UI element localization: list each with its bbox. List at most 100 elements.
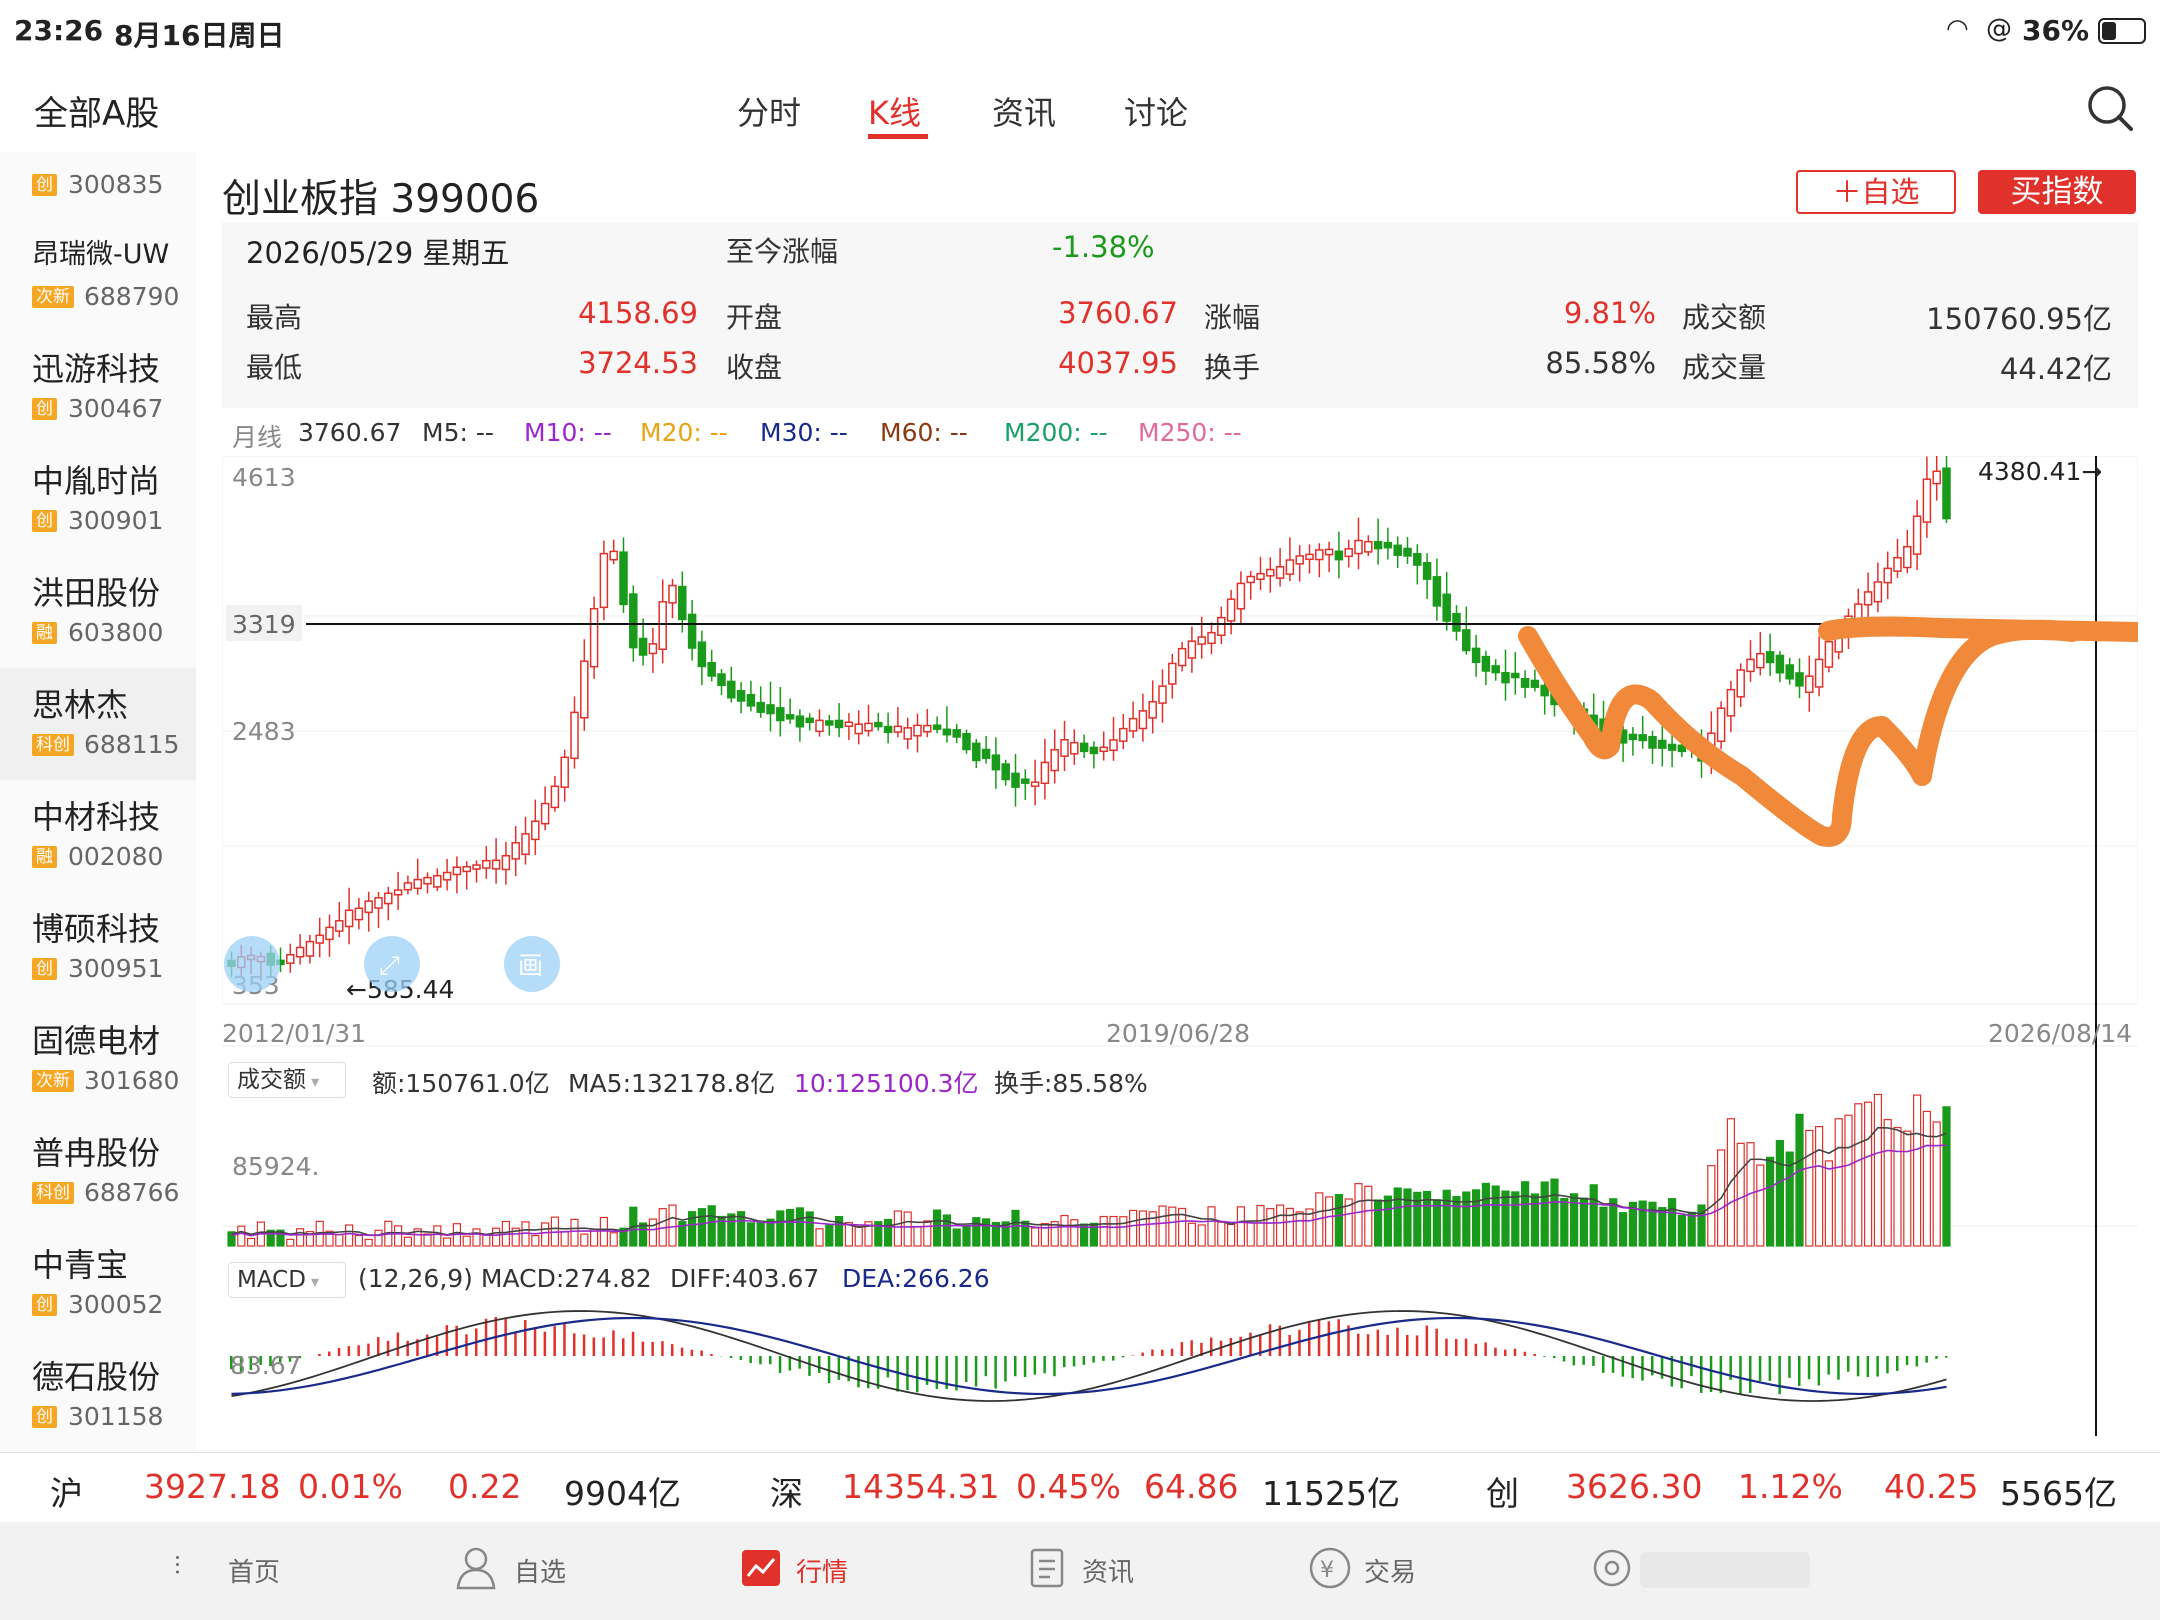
market-ticker-bar[interactable]: 沪 3927.18 0.01% 0.22 9904亿 深 14354.31 0.…: [0, 1452, 2160, 1523]
volume-indicator-selector[interactable]: 成交额 ▾: [228, 1062, 346, 1098]
macd-bar: [1239, 1336, 1242, 1356]
volume-bar: [1501, 1190, 1510, 1247]
sidebar-stock-item[interactable]: 思林杰 科创 688115: [0, 668, 196, 780]
volume-bar: [1471, 1189, 1481, 1247]
sidebar-stock-name: 德石股份: [32, 1358, 161, 1396]
tab-discussion[interactable]: 讨论: [1124, 88, 1188, 134]
volume-bar: [1070, 1219, 1079, 1247]
macd-bar: [906, 1356, 909, 1391]
sidebar-stock-item[interactable]: 中青宝创 300052: [0, 1228, 196, 1340]
volume-bar: [1805, 1129, 1814, 1247]
tool-left-icon[interactable]: [224, 936, 280, 992]
search-icon[interactable]: [2086, 84, 2134, 132]
volume-bar: [1275, 1204, 1285, 1247]
volume-bar: [1618, 1212, 1628, 1247]
candle-body: [384, 892, 393, 905]
ticker-sh-price: 3927.18: [144, 1467, 281, 1506]
macd-bar: [533, 1327, 537, 1356]
volume-bar: [344, 1224, 354, 1247]
nav-watchlist[interactable]: 自选: [514, 1552, 566, 1589]
tab-news[interactable]: 资讯: [992, 88, 1056, 134]
sidebar-stock-item[interactable]: 博硕科技创 300951: [0, 892, 196, 1004]
volume-bar: [1217, 1221, 1226, 1247]
nav-news[interactable]: 资讯: [1082, 1552, 1134, 1589]
nav-market[interactable]: 行情: [796, 1552, 848, 1589]
macd-bar: [1415, 1335, 1419, 1356]
candle-body: [1060, 739, 1069, 757]
macd-bar: [994, 1356, 997, 1389]
nav-trade[interactable]: 交易: [1364, 1552, 1416, 1589]
svg-text:¥: ¥: [1320, 1558, 1334, 1583]
candle-body: [462, 866, 471, 873]
macd-bar: [1190, 1340, 1193, 1356]
volume-bar: [599, 1216, 608, 1247]
volume-bar: [1844, 1114, 1853, 1247]
candle-body: [1001, 763, 1010, 781]
volume-bar: [335, 1234, 344, 1247]
candle-body: [844, 721, 854, 727]
wifi-icon: ◠: [1946, 14, 1969, 44]
x-axis-end-label: 2026/08/14: [1988, 1019, 2132, 1048]
macd-bar: [563, 1323, 566, 1356]
kline-chart-area[interactable]: 4613 3319 2483 353 4380.41→ ←585.44 ⤢ 画 …: [222, 456, 2138, 1456]
nav-home[interactable]: 首页: [228, 1552, 280, 1589]
candle-body: [1667, 743, 1677, 751]
candle-body: [805, 717, 814, 724]
sidebar-stock-item[interactable]: 迅游科技创 300467: [0, 332, 196, 444]
macd-bar: [406, 1340, 409, 1356]
candle-body: [413, 878, 422, 890]
market-selector[interactable]: 全部A股: [34, 86, 159, 135]
x-axis-mid-label: 2019/06/28: [1106, 1019, 1250, 1048]
sidebar-stock-tag: 科创: [32, 1182, 74, 1204]
sidebar-stock-name: 固德电材: [32, 1022, 161, 1060]
tab-timeshare[interactable]: 分时: [737, 88, 801, 134]
candle-body: [766, 704, 775, 715]
buy-index-button[interactable]: 买指数: [1978, 170, 2136, 214]
sidebar-stock-item[interactable]: 普冉股份 科创 688766: [0, 1116, 196, 1228]
sidebar-stock-item[interactable]: 固德电材 次新 301680: [0, 1004, 196, 1116]
macd-bar: [749, 1356, 752, 1364]
candle-body: [932, 724, 942, 730]
macd-indicator-selector[interactable]: MACD ▾: [228, 1262, 346, 1298]
sidebar-stock-item[interactable]: 德石股份创 301158: [0, 1340, 196, 1452]
nav-more-label[interactable]: [1640, 1552, 1810, 1588]
sidebar-stock-code: 688766: [84, 1178, 180, 1207]
sidebar-stock-item[interactable]: 中材科技融 002080: [0, 780, 196, 892]
tab-kline[interactable]: K线: [868, 88, 921, 134]
volume-bar: [883, 1218, 893, 1247]
sidebar-stock-item[interactable]: 洪田股份融 603800: [0, 556, 196, 668]
macd-bar: [318, 1353, 321, 1356]
sidebar-stock-tag: 创: [32, 174, 57, 196]
macd-bar: [1592, 1356, 1595, 1366]
nav-news-icon[interactable]: [1030, 1548, 1064, 1588]
add-watchlist-button[interactable]: ＋自选: [1796, 170, 1956, 214]
candle-body: [1383, 541, 1393, 549]
ticker-sh-chg: 0.22: [448, 1467, 522, 1506]
macd-bar: [1513, 1348, 1517, 1356]
volume-bar: [962, 1224, 971, 1247]
sidebar-stock-code: 300052: [68, 1290, 164, 1319]
nav-watchlist-icon[interactable]: [456, 1546, 496, 1590]
sidebar-stock-item[interactable]: 中胤时尚创 300901: [0, 444, 196, 556]
nav-more-icon[interactable]: [1592, 1548, 1632, 1588]
candle-body: [540, 802, 550, 825]
macd-bar: [729, 1356, 733, 1359]
ma-legend-item: M30: --: [760, 418, 848, 447]
volume-bar: [893, 1210, 903, 1247]
candle-body: [972, 742, 981, 762]
macd-bar: [690, 1349, 694, 1356]
candle-body: [1197, 636, 1206, 645]
nav-market-icon[interactable]: [742, 1550, 780, 1586]
macd-bar: [739, 1356, 743, 1361]
candle-body: [727, 680, 736, 699]
candle-body: [1099, 746, 1108, 753]
macd-bar: [1170, 1348, 1174, 1356]
sidebar-stock-tag: 融: [32, 846, 57, 868]
macd-bar: [1543, 1356, 1546, 1357]
macd-bar: [377, 1337, 380, 1356]
sidebar-stock-item[interactable]: 创 300835: [0, 152, 196, 220]
nav-trade-icon[interactable]: ¥: [1308, 1546, 1352, 1590]
sidebar-stock-code: 300901: [68, 506, 164, 535]
sidebar-stock-item[interactable]: 昂瑞微-UW 次新 688790: [0, 220, 196, 332]
nav-home-icon[interactable]: ⫶: [174, 1552, 181, 1583]
